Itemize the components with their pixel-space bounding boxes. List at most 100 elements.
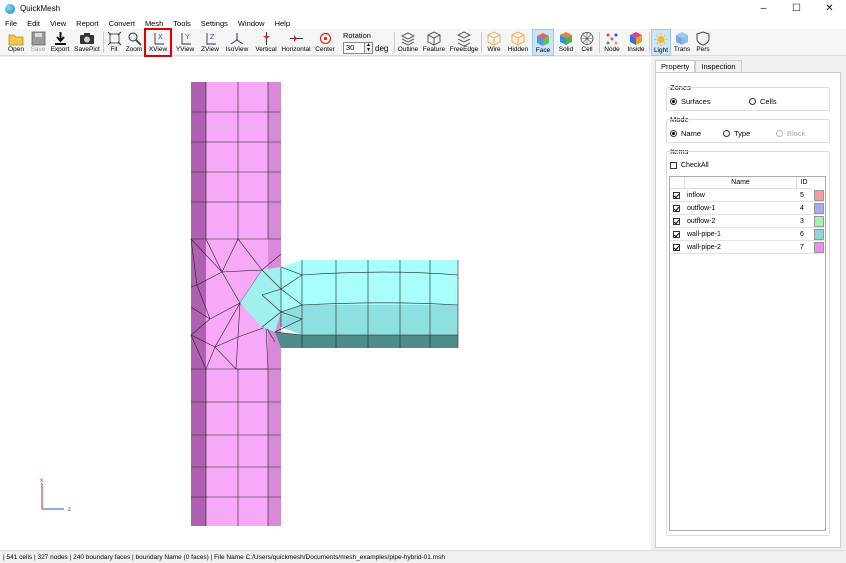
- inside-button[interactable]: Inside: [625, 29, 647, 56]
- row-color-swatch[interactable]: [814, 242, 824, 253]
- mode-name-radio[interactable]: Name: [670, 129, 701, 138]
- row-checkbox[interactable]: [673, 218, 680, 225]
- isoview-label: IsoView: [225, 46, 249, 53]
- solid-button[interactable]: Solid: [556, 29, 576, 56]
- zview-label: ZView: [201, 46, 219, 53]
- isoview-button[interactable]: IsoView: [224, 29, 250, 56]
- radio-dot: [723, 130, 730, 137]
- solid-label: Solid: [558, 46, 574, 53]
- zview-button[interactable]: Z ZView: [198, 29, 222, 56]
- yview-button[interactable]: Y YView: [174, 29, 196, 56]
- row-checkbox[interactable]: [673, 192, 680, 199]
- row-name: wall-pipe-2: [687, 244, 721, 251]
- vertical-center-icon: [262, 32, 270, 45]
- mode-type-radio[interactable]: Type: [723, 129, 750, 138]
- hidden-button[interactable]: Hidden: [506, 29, 530, 56]
- face-cube-icon: [537, 33, 549, 46]
- save-button[interactable]: Save: [28, 29, 48, 56]
- open-label: Open: [8, 46, 24, 53]
- tab-property[interactable]: Property: [655, 60, 696, 72]
- minimize-button[interactable]: –: [747, 0, 780, 17]
- row-color-swatch[interactable]: [814, 203, 824, 214]
- row-color-swatch[interactable]: [814, 229, 824, 240]
- col-id-header: ID: [797, 177, 811, 189]
- table-row[interactable]: wall-pipe-1 6: [670, 228, 825, 241]
- zones-cells-radio[interactable]: Cells: [749, 97, 777, 106]
- menu-mesh[interactable]: Mesh: [145, 19, 163, 28]
- tab-inspection[interactable]: Inspection: [695, 60, 742, 72]
- cell-button[interactable]: Cell: [578, 29, 596, 56]
- horizontal-button[interactable]: Horizontal: [281, 29, 311, 56]
- node-points-icon: [606, 33, 618, 45]
- export-button[interactable]: Export: [49, 29, 71, 56]
- outline-button[interactable]: Outline: [396, 29, 420, 56]
- axis-z-label: z: [68, 507, 71, 513]
- light-button[interactable]: Light: [651, 29, 671, 56]
- zoom-button[interactable]: Zoom: [124, 29, 144, 56]
- perspective-shield-icon: [696, 31, 710, 46]
- row-color-swatch[interactable]: [814, 216, 824, 227]
- menu-window[interactable]: Window: [238, 19, 265, 28]
- horizontal-pipe-upper: [281, 260, 458, 312]
- savepict-button[interactable]: SavePict: [74, 29, 100, 56]
- menu-view[interactable]: View: [50, 19, 66, 28]
- sun-light-icon: [654, 33, 668, 46]
- menu-convert[interactable]: Convert: [109, 19, 135, 28]
- mode-type-label: Type: [734, 129, 751, 138]
- row-color-swatch[interactable]: [814, 190, 824, 201]
- table-row[interactable]: outflow-1 4: [670, 202, 825, 215]
- zones-surfaces-radio[interactable]: Surfaces: [670, 97, 711, 106]
- table-row[interactable]: outflow-2 3: [670, 215, 825, 228]
- trans-button[interactable]: Trans: [672, 29, 692, 56]
- toolbar-separator: [599, 32, 600, 53]
- light-label: Light: [653, 47, 669, 54]
- pers-button[interactable]: Pers: [694, 29, 712, 56]
- maximize-button[interactable]: ☐: [780, 0, 813, 17]
- menu-tools[interactable]: Tools: [173, 19, 191, 28]
- xview-button[interactable]: X XView: [144, 28, 172, 57]
- svg-text:Y: Y: [185, 34, 190, 41]
- fit-button[interactable]: Fit: [106, 29, 122, 56]
- node-button[interactable]: Node: [602, 29, 622, 56]
- mesh-viewport[interactable]: x z: [0, 57, 651, 550]
- rotation-input[interactable]: 30: [343, 42, 365, 54]
- check-all-checkbox[interactable]: CheckAll: [670, 162, 709, 169]
- radio-dot: [670, 130, 677, 137]
- row-id: 7: [800, 244, 804, 251]
- feature-button[interactable]: Feature: [422, 29, 446, 56]
- row-id: 5: [800, 192, 804, 199]
- freeedge-button[interactable]: FreeEdge: [449, 29, 479, 56]
- menu-settings[interactable]: Settings: [201, 19, 228, 28]
- row-checkbox[interactable]: [673, 205, 680, 212]
- mesh-canvas[interactable]: x z: [0, 57, 651, 550]
- vertical-button[interactable]: Vertical: [253, 29, 279, 56]
- center-button[interactable]: Center: [313, 29, 337, 56]
- menu-report[interactable]: Report: [76, 19, 99, 28]
- row-checkbox[interactable]: [673, 231, 680, 238]
- feature-label: Feature: [422, 46, 446, 53]
- toolbar-separator: [103, 32, 104, 53]
- svg-text:X: X: [158, 34, 163, 41]
- menu-bar: File Edit View Report Convert Mesh Tools…: [0, 17, 846, 29]
- table-row[interactable]: wall-pipe-2 7: [670, 241, 825, 254]
- rotation-spinner[interactable]: ▲ ▼: [365, 42, 373, 54]
- table-row[interactable]: inflow 5: [670, 189, 825, 202]
- menu-edit[interactable]: Edit: [27, 19, 40, 28]
- menu-file[interactable]: File: [5, 19, 17, 28]
- app-window: QuickMesh – ☐ ✕ File Edit View Report Co…: [0, 0, 846, 563]
- target-icon: [319, 32, 331, 45]
- menu-help[interactable]: Help: [275, 19, 290, 28]
- free-edge-icon: [456, 31, 472, 46]
- check-all-label: CheckAll: [681, 162, 709, 169]
- close-button[interactable]: ✕: [813, 0, 846, 17]
- row-checkbox[interactable]: [673, 244, 680, 251]
- mode-block-radio[interactable]: Block: [776, 129, 805, 138]
- radio-dot: [670, 98, 677, 105]
- open-button[interactable]: Open: [5, 29, 27, 56]
- zoom-icon: [128, 32, 142, 46]
- wire-button[interactable]: Wire: [484, 29, 504, 56]
- hidden-label: Hidden: [507, 46, 529, 53]
- face-button[interactable]: Face: [532, 29, 554, 56]
- axis-x-label: x: [40, 478, 43, 484]
- svg-text:Z: Z: [210, 34, 215, 41]
